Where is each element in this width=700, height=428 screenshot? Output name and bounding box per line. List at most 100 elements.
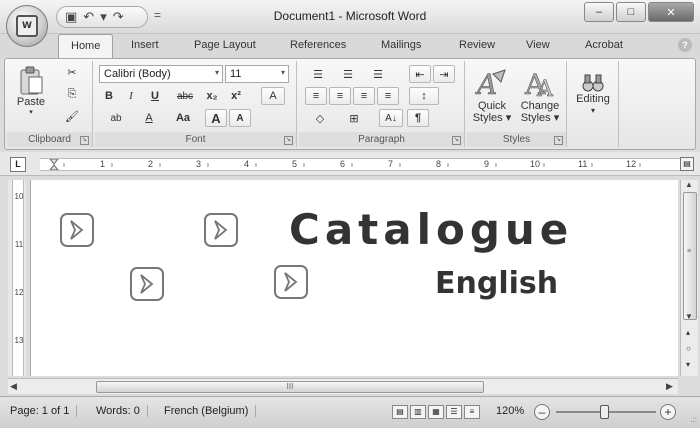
show-formatting-marks-icon[interactable]: ¶: [407, 109, 429, 127]
increase-indent-icon[interactable]: ⇥: [433, 65, 455, 83]
align-center-icon[interactable]: ≡: [329, 87, 351, 105]
chevron-right-box-icon: [130, 267, 164, 301]
select-browse-object-icon[interactable]: ○: [686, 344, 691, 353]
print-layout-icon[interactable]: ▤: [392, 405, 408, 419]
vertical-scroll-thumb[interactable]: ≡: [683, 192, 697, 320]
chevron-down-icon: ▾: [214, 68, 219, 77]
line-spacing-icon[interactable]: ↕: [409, 87, 439, 105]
scroll-left-icon[interactable]: ◀: [10, 381, 17, 392]
zoom-level[interactable]: 120%: [496, 405, 524, 417]
highlight-button[interactable]: ab: [99, 109, 133, 127]
web-layout-icon[interactable]: ▦: [428, 405, 444, 419]
styles-launcher-icon[interactable]: ↘: [554, 136, 563, 145]
status-bar: Page: 1 of 1 Words: 0 French (Belgium) ▤…: [0, 396, 700, 428]
document-heading: Catalogue: [289, 205, 574, 254]
tab-selector-icon[interactable]: L: [10, 157, 26, 172]
tab-home[interactable]: Home: [58, 34, 114, 58]
superscript-button[interactable]: x²: [225, 87, 247, 105]
maximize-button[interactable]: □: [616, 2, 646, 22]
sort-icon[interactable]: A↓: [379, 109, 403, 127]
ruler-number: 10: [530, 159, 541, 169]
office-button[interactable]: W: [6, 5, 48, 47]
justify-icon[interactable]: ≡: [377, 87, 399, 105]
cut-icon[interactable]: ✂: [61, 63, 83, 81]
ribbon-tabs: Home Insert Page Layout References Maili…: [0, 34, 700, 58]
help-icon[interactable]: ?: [678, 38, 692, 52]
subscript-button[interactable]: x₂: [201, 87, 223, 105]
chevron-down-icon: ▾: [505, 112, 512, 124]
window-controls: – □ ✕: [584, 2, 694, 22]
minimize-button[interactable]: –: [584, 2, 614, 22]
borders-icon[interactable]: ⊞: [339, 109, 369, 127]
paste-button[interactable]: Paste ▾: [13, 63, 49, 119]
scroll-up-icon[interactable]: ▲: [685, 180, 693, 189]
shading-icon[interactable]: ◇: [305, 109, 335, 127]
multilevel-list-icon[interactable]: ☰: [365, 65, 391, 83]
vruler-number: 12: [14, 288, 24, 297]
draft-icon[interactable]: ≡: [464, 405, 480, 419]
next-page-icon[interactable]: ▾: [686, 360, 690, 369]
font-size-combo[interactable]: 11 ▾: [225, 65, 289, 83]
horizontal-ruler: L 1 2 3 4 5 6 7 8 9 10 11 12 ▤: [0, 152, 700, 176]
outline-icon[interactable]: ☰: [446, 405, 462, 419]
chevron-right-box-icon: [60, 213, 94, 247]
paragraph-launcher-icon[interactable]: ↘: [452, 136, 461, 145]
quick-styles-label-2: Styles: [472, 112, 503, 124]
shrink-font-button[interactable]: A: [229, 109, 251, 127]
full-screen-reading-icon[interactable]: ▥: [410, 405, 426, 419]
paste-arrow-icon: ▾: [29, 109, 33, 116]
ruler-number: 2: [148, 159, 154, 169]
editing-button[interactable]: Editing ▾: [571, 63, 615, 127]
clear-formatting-button[interactable]: A: [261, 87, 285, 105]
tab-page-layout[interactable]: Page Layout: [194, 39, 256, 51]
font-color-button[interactable]: A: [135, 109, 163, 127]
zoom-out-icon[interactable]: –: [534, 404, 550, 420]
vertical-scrollbar[interactable]: ▲ ≡ ▼ ▴ ○ ▾: [680, 180, 698, 376]
vertical-ruler: 10 11 12 13: [8, 180, 26, 376]
document-page[interactable]: Catalogue English: [30, 180, 678, 376]
bold-button[interactable]: B: [99, 87, 119, 105]
horizontal-scroll-thumb[interactable]: III: [96, 381, 484, 393]
align-right-icon[interactable]: ≡: [353, 87, 375, 105]
svg-text:A: A: [475, 68, 497, 100]
ruler-number: 6: [340, 159, 346, 169]
copy-icon[interactable]: ⎘: [61, 85, 83, 103]
zoom-in-icon[interactable]: +: [660, 404, 676, 420]
strikethrough-button[interactable]: abc: [171, 87, 199, 105]
tab-mailings[interactable]: Mailings: [381, 39, 421, 51]
align-left-icon[interactable]: ≡: [305, 87, 327, 105]
paste-label: Paste: [16, 96, 46, 108]
format-painter-icon[interactable]: 🖌: [61, 107, 83, 125]
word-count[interactable]: Words: 0: [96, 405, 148, 417]
zoom-slider-thumb[interactable]: [600, 405, 609, 419]
tab-references[interactable]: References: [290, 39, 346, 51]
numbering-icon[interactable]: ☰: [335, 65, 361, 83]
tab-acrobat[interactable]: Acrobat: [585, 39, 623, 51]
title-bar: W ▣ ↶ ▾ ↷ = Document1 - Microsoft Word –…: [0, 0, 700, 47]
bullets-icon[interactable]: ☰: [305, 65, 331, 83]
tab-view[interactable]: View: [526, 39, 550, 51]
page-count[interactable]: Page: 1 of 1: [10, 405, 78, 417]
grow-font-button[interactable]: A: [205, 109, 227, 127]
tab-review[interactable]: Review: [459, 39, 495, 51]
ruler-track[interactable]: 1 2 3 4 5 6 7 8 9 10 11 12: [40, 158, 680, 171]
change-styles-button[interactable]: A A Change Styles ▾: [517, 63, 563, 129]
previous-page-icon[interactable]: ▴: [686, 328, 690, 337]
font-name-combo[interactable]: Calibri (Body) ▾: [99, 65, 223, 83]
view-ruler-icon[interactable]: ▤: [680, 157, 694, 171]
scroll-down-icon[interactable]: ▼: [685, 312, 693, 321]
quick-styles-button[interactable]: A Quick Styles ▾: [469, 63, 515, 129]
italic-button[interactable]: I: [121, 87, 141, 105]
change-case-button[interactable]: Aa: [167, 109, 199, 127]
clipboard-launcher-icon[interactable]: ↘: [80, 136, 89, 145]
horizontal-scrollbar[interactable]: ◀ III ▶: [8, 378, 678, 394]
editing-group: Editing ▾: [569, 61, 619, 147]
underline-button[interactable]: U: [143, 87, 167, 105]
language-indicator[interactable]: French (Belgium): [164, 405, 257, 417]
vertical-ruler-track[interactable]: 10 11 12 13: [12, 180, 24, 376]
decrease-indent-icon[interactable]: ⇤: [409, 65, 431, 83]
tab-insert[interactable]: Insert: [131, 39, 159, 51]
font-launcher-icon[interactable]: ↘: [284, 136, 293, 145]
scroll-right-icon[interactable]: ▶: [666, 381, 673, 392]
close-button[interactable]: ✕: [648, 2, 694, 22]
